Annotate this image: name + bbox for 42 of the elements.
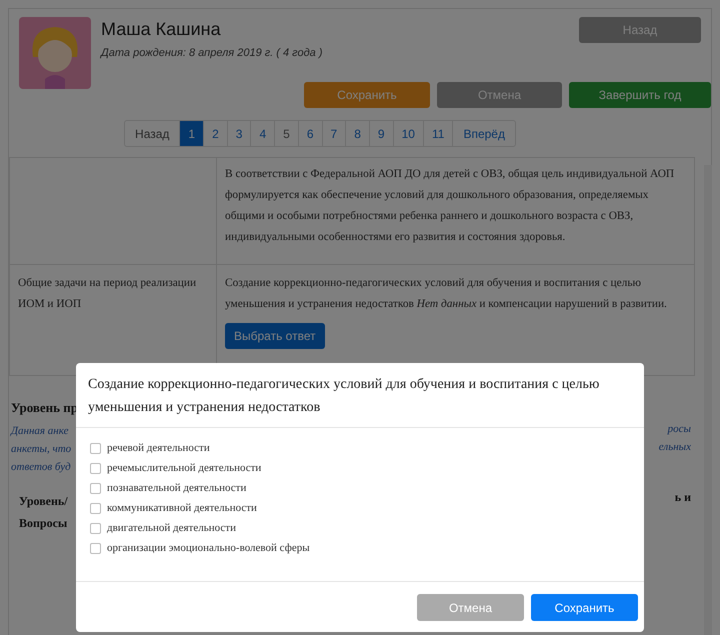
option-label: речевой деятельности [107,440,210,456]
checkbox[interactable] [90,442,101,454]
choose-answer-button[interactable]: Выбрать ответ [225,323,325,349]
modal-title: Создание коррекционно-педагогических условий для обучения и воспитания с целью уменьшения и устранения недостатков [88,376,600,417]
page-link[interactable]: 2 [204,121,228,146]
save-button[interactable]: Сохранить [304,82,430,108]
checkbox[interactable] [90,482,101,494]
page-link[interactable]: 4 [251,121,276,146]
finish-button[interactable]: Завершить год [569,82,711,108]
pagination-next[interactable]: Вперёд [453,121,515,146]
option-label: коммуникативной деятельности [107,500,257,516]
page-link[interactable]: 11 [424,121,454,146]
page-link[interactable]: 9 [370,121,394,146]
note-text: Данная анке [11,424,70,438]
note-text: анкеты, что [11,442,72,456]
note-text: росы [668,422,691,437]
checkbox[interactable] [90,462,101,474]
cancel-button[interactable]: Отмена [417,594,524,621]
page-link[interactable]: 7 [322,121,346,146]
birth-date: Дата рождения: 8 апреля 2019 г. ( 4 года ) [101,46,324,61]
option-label: двигательной деятельности [107,520,236,536]
child-name: Маша Кашина [101,18,222,41]
avatar-drawing [19,17,91,89]
page-link[interactable]: 10 [394,121,424,146]
checkbox[interactable] [90,542,101,554]
page-link[interactable]: 8 [346,121,370,146]
option-label: познавательной деятельности [107,480,246,496]
page-link[interactable]: 6 [298,121,323,146]
page-link[interactable]: 1 [180,121,204,146]
goal-text: В соответствии с Федеральной АОП ДО для детей с ОВЗ, общая цель индивидуальной АОП формулируется как обеспечение условий для дошкольного образования, определяемых общими и особыми потребностями ребенка раннего и дошкольного возраста с ОВЗ, индивидуальными особенностями его развития и состояния здоровья. [224,167,676,245]
checkbox[interactable] [90,522,101,534]
table-header-cell-text: Уровень/ Вопросы [18,492,69,532]
option-label: речемыслительной деятельности [107,460,262,476]
option-label: организации эмоционально-волевой сферы [107,540,310,556]
checkbox[interactable] [90,502,101,514]
page-link[interactable]: 3 [228,121,252,146]
row-label: Общие задачи на период реализации ИОМ и ИОП [18,276,198,312]
save-button[interactable]: Сохранить [531,594,638,621]
tasks-text: Создание коррекционно-педагогических условий для обучения и воспитания с целью уменьшения и устранения недостатков Нет данных и компенсации нарушений в развитии. [225,276,668,312]
note-text: ельных [658,440,691,455]
table-header-cell-text: ь и [674,489,691,506]
note-text: ответов буд [11,460,72,474]
